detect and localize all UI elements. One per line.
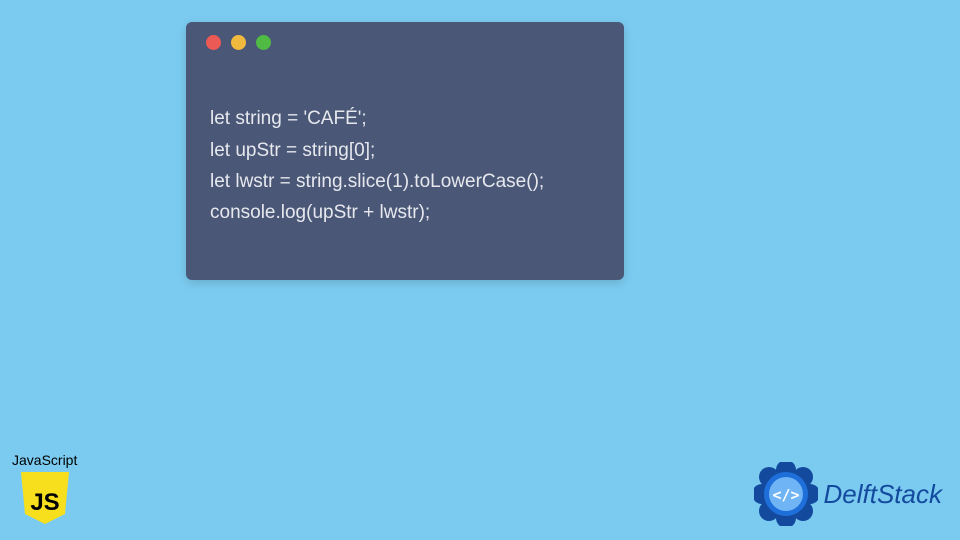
delftstack-name: DelftStack bbox=[824, 479, 943, 510]
maximize-icon bbox=[256, 35, 271, 50]
code-window: let string = 'CAFÉ'; let upStr = string[… bbox=[186, 22, 624, 280]
js-shield-text: JS bbox=[30, 489, 59, 516]
window-titlebar bbox=[186, 22, 624, 62]
js-label: JavaScript bbox=[12, 452, 77, 468]
svg-text:</>: </> bbox=[772, 486, 799, 504]
code-line: let lwstr = string.slice(1).toLowerCase(… bbox=[210, 171, 544, 192]
javascript-badge: JavaScript JS bbox=[12, 452, 77, 526]
code-line: let upStr = string[0]; bbox=[210, 140, 375, 161]
javascript-shield-icon: JS bbox=[19, 470, 71, 526]
code-line: console.log(upStr + lwstr); bbox=[210, 202, 430, 223]
code-line: let string = 'CAFÉ'; bbox=[210, 108, 367, 129]
minimize-icon bbox=[231, 35, 246, 50]
close-icon bbox=[206, 35, 221, 50]
delftstack-logo-icon: </> bbox=[754, 462, 818, 526]
code-block: let string = 'CAFÉ'; let upStr = string[… bbox=[186, 62, 624, 260]
delftstack-brand: </> DelftStack bbox=[754, 462, 943, 526]
